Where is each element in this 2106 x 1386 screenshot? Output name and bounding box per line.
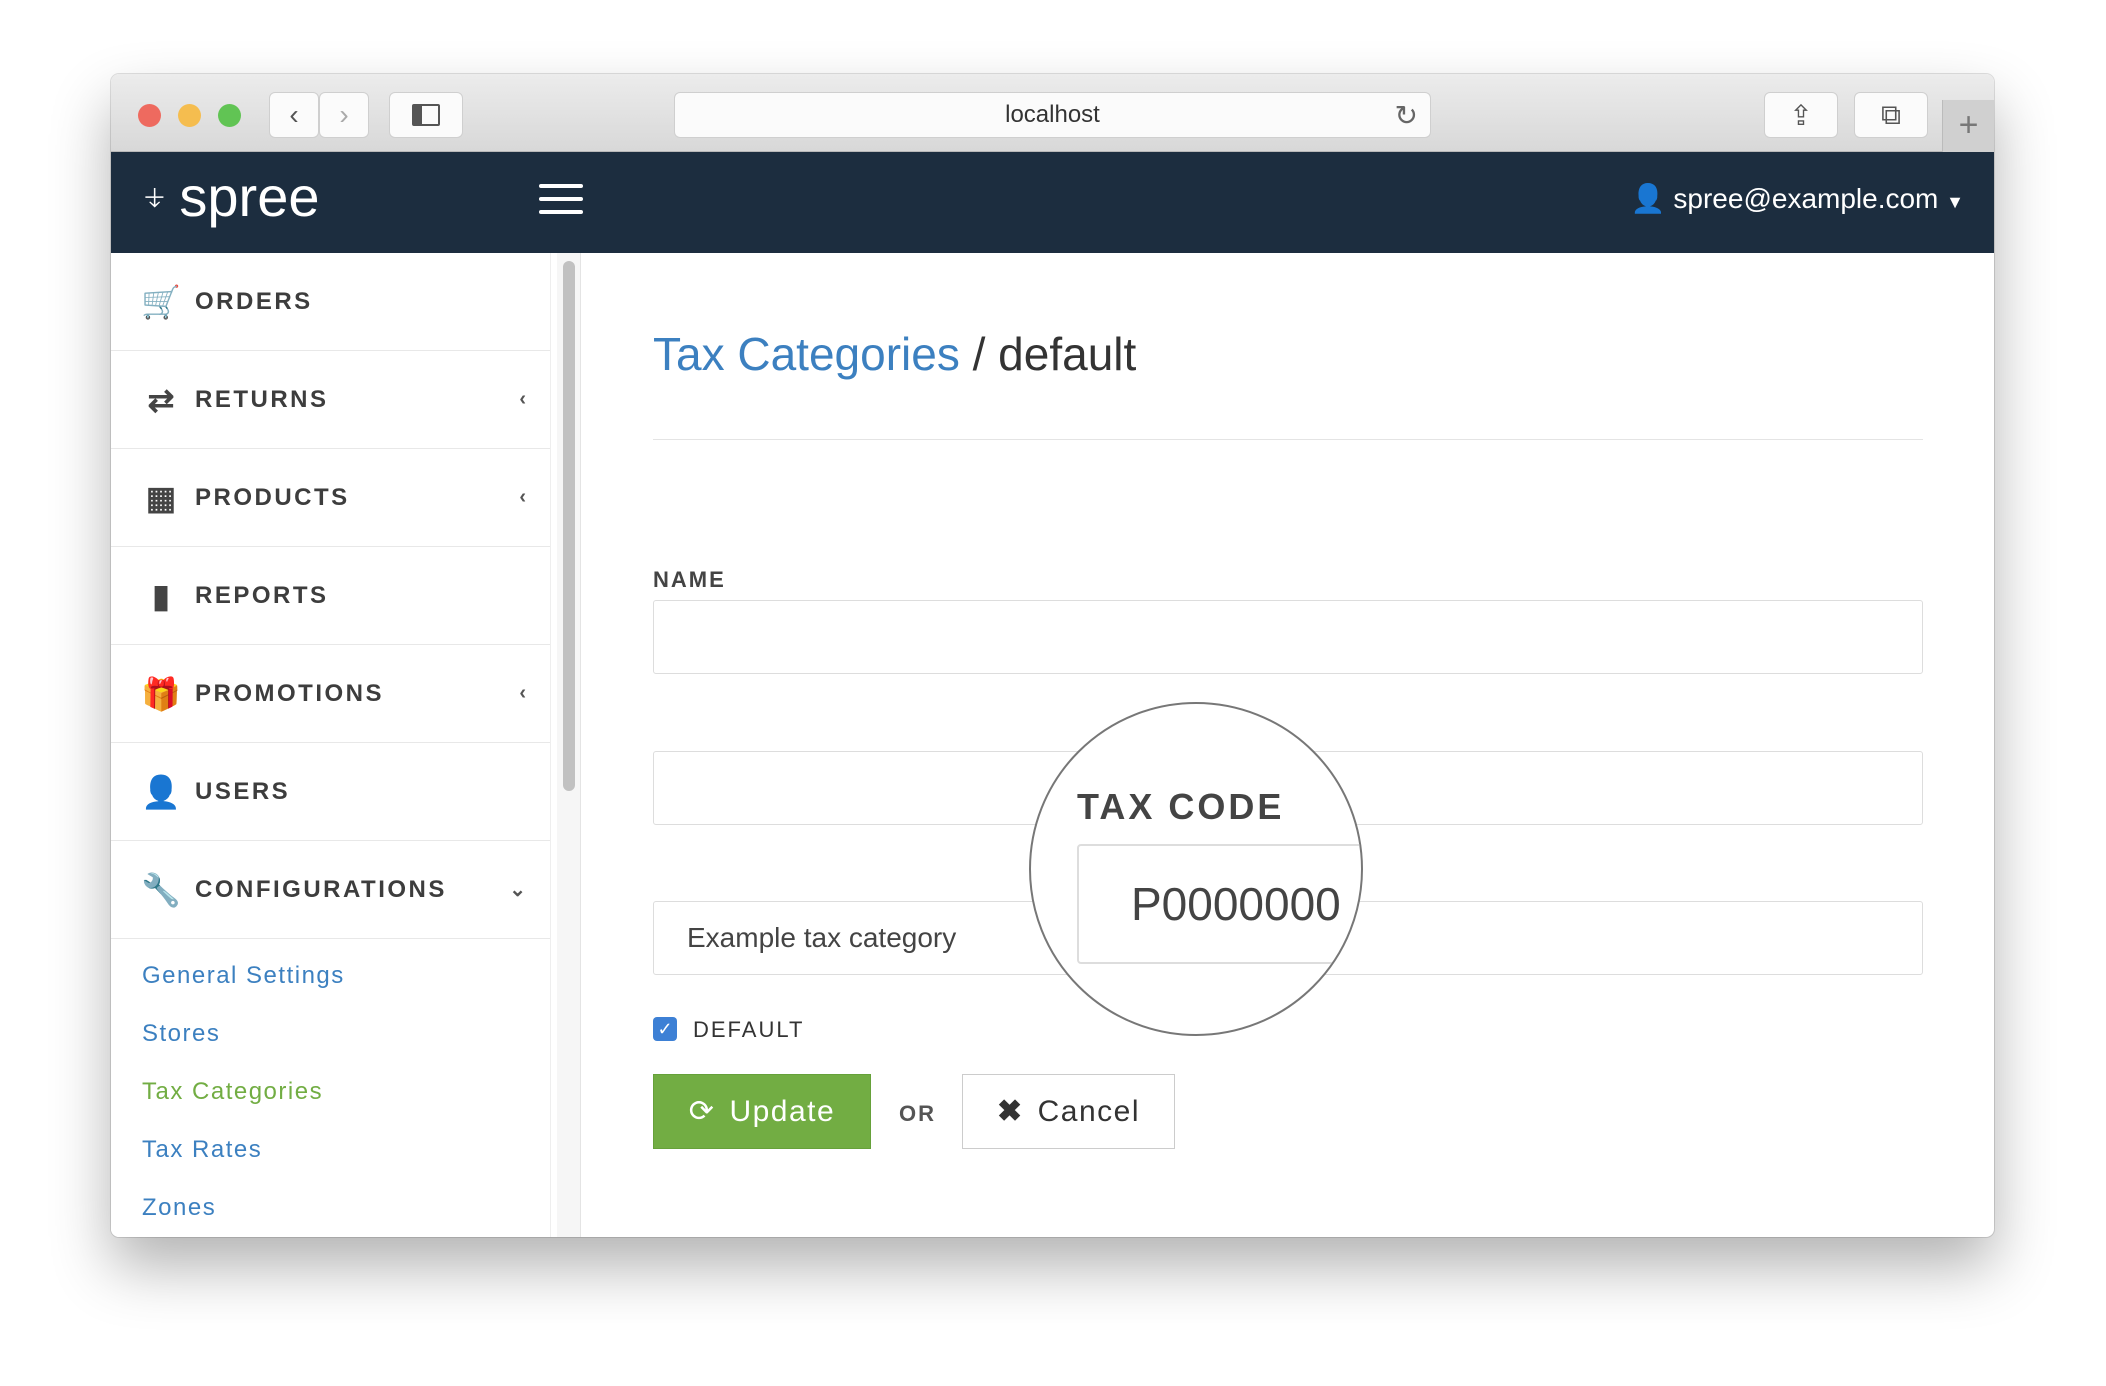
sidebar-subitem-general-settings[interactable]: General Settings bbox=[111, 947, 550, 1005]
new-tab-button[interactable]: + bbox=[1942, 100, 1994, 152]
breadcrumb-link-tax-categories[interactable]: Tax Categories bbox=[653, 328, 960, 380]
update-button[interactable]: ⟳ Update bbox=[653, 1074, 871, 1149]
sidebar-subitem-tax-rates[interactable]: Tax Rates bbox=[111, 1121, 550, 1179]
spree-logo-icon: ⍖ bbox=[141, 171, 168, 221]
user-icon: 👤 bbox=[141, 773, 181, 810]
name-field[interactable] bbox=[653, 600, 1923, 674]
cart-icon: 🛒 bbox=[141, 283, 181, 320]
share-icon: ⇪ bbox=[1789, 99, 1813, 131]
gift-icon: 🎁 bbox=[141, 675, 181, 712]
chevron-icon: ‹ bbox=[519, 388, 526, 410]
cancel-label: Cancel bbox=[1037, 1094, 1141, 1128]
sidebar-icon bbox=[412, 104, 440, 126]
cancel-button[interactable]: ✖ Cancel bbox=[962, 1074, 1175, 1149]
menu-toggle-button[interactable] bbox=[539, 184, 583, 214]
tax-code-label: TAX CODE bbox=[1077, 786, 1285, 827]
sidebar-item-returns[interactable]: ⇄ RETURNS ‹ bbox=[111, 351, 550, 449]
main-content: Tax Categories / default NAME Example ta… bbox=[581, 253, 1994, 1237]
caret-down-icon: ▼ bbox=[1946, 192, 1964, 212]
sidebar-item-label: ORDERS bbox=[195, 287, 313, 315]
sidebar-item-label: RETURNS bbox=[195, 385, 329, 413]
url-text: localhost bbox=[1005, 101, 1100, 128]
browser-toolbar: ‹ › localhost ↻ ⇪ ⧉ + bbox=[111, 74, 1994, 152]
chevron-right-icon: › bbox=[339, 99, 349, 130]
magnifier-callout: TAX CODE P0000000 bbox=[1029, 702, 1363, 1036]
sidebar-subitem-zones[interactable]: Zones bbox=[111, 1179, 550, 1237]
sidebar-item-label: REPORTS bbox=[195, 581, 329, 609]
sidebar-scrollbar[interactable] bbox=[557, 253, 581, 1237]
forward-button[interactable]: › bbox=[319, 92, 369, 138]
user-menu[interactable]: 👤 spree@example.com ▼ bbox=[1631, 182, 1964, 215]
or-text: OR bbox=[899, 1101, 936, 1126]
close-window-button[interactable] bbox=[138, 104, 161, 127]
chevron-icon: ‹ bbox=[519, 486, 526, 508]
name-label: NAME bbox=[653, 567, 726, 592]
reload-icon[interactable]: ↻ bbox=[1395, 99, 1418, 132]
sidebar-item-label: PRODUCTS bbox=[195, 483, 350, 511]
tabs-button[interactable]: ⧉ bbox=[1854, 92, 1928, 138]
sidebar-subitem-tax-categories[interactable]: Tax Categories bbox=[111, 1063, 550, 1121]
tax-code-value: P0000000 bbox=[1077, 844, 1361, 964]
app-header: ⍖ spree 👤 spree@example.com ▼ bbox=[111, 152, 1994, 253]
grid-icon: ▦ bbox=[145, 479, 177, 516]
brand-name: spree bbox=[179, 165, 320, 228]
sidebar: 🛒 ORDERS ⇄ RETURNS ‹ ▦ PRODUCTS ‹ ▮ REPORTS 🎁 PROMO… bbox=[111, 253, 551, 1237]
sidebar-subitem-stores[interactable]: Stores bbox=[111, 1005, 550, 1063]
sidebar-item-orders[interactable]: 🛒 ORDERS bbox=[111, 253, 550, 351]
sidebar-item-configurations[interactable]: 🔧 CONFIGURATIONS ⌄ bbox=[111, 841, 550, 939]
update-label: Update bbox=[729, 1094, 836, 1128]
scrollbar-thumb[interactable] bbox=[563, 261, 575, 791]
user-email: spree@example.com bbox=[1673, 183, 1939, 214]
share-button[interactable]: ⇪ bbox=[1764, 92, 1838, 138]
sidebar-toggle-button[interactable] bbox=[389, 92, 463, 138]
sidebar-item-promotions[interactable]: 🎁 PROMOTIONS ‹ bbox=[111, 645, 550, 743]
sidebar-item-reports[interactable]: ▮ REPORTS bbox=[111, 547, 550, 645]
default-checkbox[interactable]: ✓ bbox=[653, 1017, 677, 1041]
address-bar[interactable]: localhost ↻ bbox=[674, 92, 1431, 138]
sidebar-item-label: USERS bbox=[195, 777, 291, 805]
sidebar-item-label: PROMOTIONS bbox=[195, 679, 385, 707]
maximize-window-button[interactable] bbox=[218, 104, 241, 127]
close-icon: ✖ bbox=[996, 1095, 1024, 1128]
exchange-icon: ⇄ bbox=[147, 381, 175, 418]
minimize-window-button[interactable] bbox=[178, 104, 201, 127]
divider bbox=[653, 439, 1923, 440]
breadcrumb-separator: / bbox=[959, 328, 999, 380]
refresh-icon: ⟳ bbox=[688, 1095, 716, 1128]
user-icon: 👤 bbox=[1630, 183, 1666, 214]
file-icon: ▮ bbox=[152, 577, 170, 614]
default-label: DEFAULT bbox=[693, 1017, 805, 1042]
chevron-icon: ⌄ bbox=[509, 879, 526, 901]
breadcrumb-current: default bbox=[998, 328, 1137, 380]
browser-window: ‹ › localhost ↻ ⇪ ⧉ + ⍖ spree 👤 spree@exam… bbox=[111, 74, 1994, 1237]
chevron-icon: ‹ bbox=[519, 682, 526, 704]
spree-logo[interactable]: ⍖ spree bbox=[141, 164, 320, 229]
page-title: Tax Categories / default bbox=[653, 327, 1136, 381]
tabs-icon: ⧉ bbox=[1881, 98, 1901, 130]
sidebar-item-users[interactable]: 👤 USERS bbox=[111, 743, 550, 841]
sidebar-item-label: CONFIGURATIONS bbox=[195, 875, 447, 903]
back-button[interactable]: ‹ bbox=[269, 92, 319, 138]
sidebar-item-products[interactable]: ▦ PRODUCTS ‹ bbox=[111, 449, 550, 547]
chevron-left-icon: ‹ bbox=[289, 99, 299, 130]
wrench-icon: 🔧 bbox=[141, 871, 181, 908]
